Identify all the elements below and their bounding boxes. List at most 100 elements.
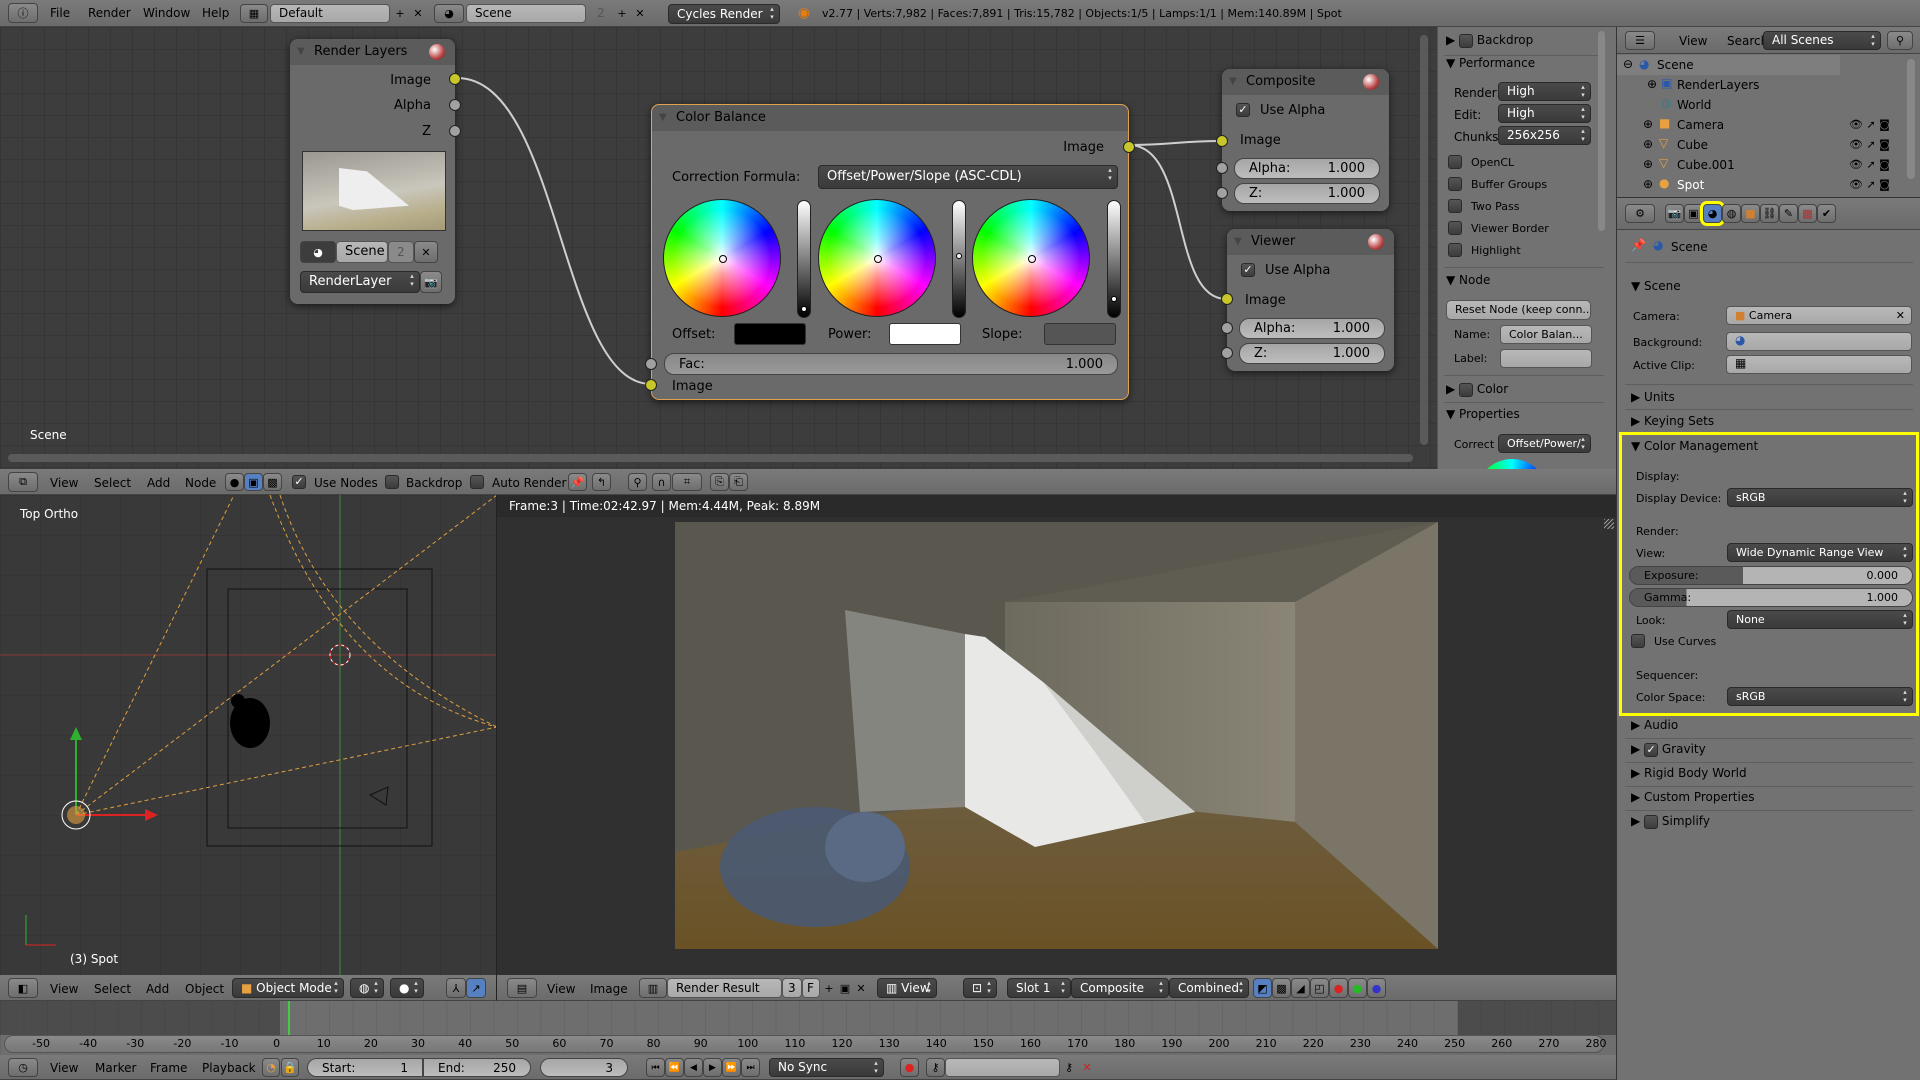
menu-view[interactable]: View	[50, 982, 78, 996]
lock-icon[interactable]: 🔒	[281, 1058, 299, 1077]
add-layout-icon[interactable]: +	[392, 4, 408, 23]
texture-nodes-icon[interactable]: ▩	[263, 473, 282, 491]
menu-render[interactable]: Render	[88, 6, 131, 20]
menu-view[interactable]: View	[50, 1061, 78, 1075]
use-alpha-checkbox[interactable]: ✓	[1236, 103, 1250, 117]
menu-add[interactable]: Add	[147, 476, 170, 490]
custom-properties-panel-header[interactable]: ▶ Custom Properties	[1631, 790, 1754, 804]
snap-element-icon[interactable]: ⌗	[672, 473, 702, 491]
clear-camera-icon[interactable]: ✕	[1896, 307, 1905, 324]
pin-icon[interactable]: 📌	[1631, 238, 1646, 252]
expand-icon[interactable]: ⊕	[1647, 77, 1657, 91]
add-scene-icon[interactable]: +	[614, 4, 630, 23]
shader-nodes-icon[interactable]: ●	[225, 473, 244, 491]
jump-end-icon[interactable]: ⏭	[741, 1058, 760, 1077]
outliner-item-renderlayers[interactable]: RenderLayers	[1677, 78, 1759, 92]
socket-image-in[interactable]	[1216, 135, 1228, 147]
render-preview-icon[interactable]	[429, 44, 445, 60]
menu-view[interactable]: View	[547, 982, 575, 996]
menu-object[interactable]: Object	[185, 982, 224, 996]
menu-node[interactable]: Node	[185, 476, 216, 490]
pin-icon[interactable]: 📌	[568, 473, 587, 491]
menu-marker[interactable]: Marker	[95, 1061, 136, 1075]
outliner-item-cube-001[interactable]: Cube.001	[1677, 158, 1735, 172]
simplify-panel-header[interactable]: ▶ Simplify	[1631, 814, 1710, 829]
area-split-handle[interactable]	[1604, 519, 1614, 529]
properties-panel[interactable]: ▼ Properties	[1446, 407, 1520, 421]
delete-layout-icon[interactable]: ✕	[410, 4, 426, 23]
outliner-scrollbar[interactable]	[1907, 59, 1915, 179]
socket-image-in[interactable]	[645, 379, 657, 391]
render-preview-icon[interactable]	[1368, 234, 1384, 250]
node-label-field[interactable]	[1500, 349, 1592, 368]
current-frame-indicator[interactable]	[288, 1001, 290, 1035]
auto-render-checkbox[interactable]	[470, 475, 484, 489]
pivot-dropdown[interactable]: ⊡	[963, 978, 997, 998]
socket-z-in[interactable]	[1221, 347, 1233, 359]
correction-formula-dropdown[interactable]: Offset/Power/Slope (ASC-CDL)	[818, 165, 1118, 189]
green-channel-icon[interactable]: ●	[1348, 978, 1367, 998]
highlight-checkbox[interactable]	[1448, 243, 1462, 257]
socket-alpha-in[interactable]	[1216, 162, 1228, 174]
properties-editor-type-icon[interactable]: ⚙	[1625, 204, 1655, 223]
render-preview-icon[interactable]	[1363, 74, 1379, 90]
node-scene-field[interactable]: Scene	[336, 241, 388, 263]
timeline[interactable]: -50 -40 -30 -20 -10 0 10 20 30 40 50 60 70 80 90 100 110…	[0, 1001, 1616, 1055]
menu-view[interactable]: View	[1679, 34, 1707, 48]
delete-keyframe-icon[interactable]: ✕	[1078, 1058, 1096, 1077]
socket-alpha-in[interactable]	[1221, 322, 1233, 334]
alpha-field[interactable]: Alpha: 1.000	[1239, 318, 1385, 339]
pivot-dropdown[interactable]: ●	[390, 978, 424, 998]
image-editor[interactable]: Frame:3 | Time:02:42.97 | Mem:4.44M, Pea…	[497, 495, 1616, 975]
outliner-item-spot[interactable]: Spot	[1677, 178, 1704, 192]
expand-icon[interactable]: ⊖	[1623, 57, 1633, 71]
image-name-field[interactable]: Render Result	[667, 978, 782, 998]
socket-image-out[interactable]	[1123, 141, 1135, 153]
visibility-icons[interactable]: 👁 ➚ ◙ 👁 ➚ ◙ 👁 ➚ ◙ 👁 ➚ ◙	[1849, 115, 1909, 195]
delete-scene-icon[interactable]: ✕	[632, 4, 648, 23]
scene-select-icon[interactable]: ◕	[300, 241, 336, 263]
slope-color-wheel[interactable]	[972, 199, 1090, 317]
menu-select[interactable]: Select	[94, 476, 131, 490]
socket-image-out[interactable]	[449, 73, 461, 85]
keying-set-icon[interactable]: ⚷	[926, 1058, 945, 1077]
outliner-row-scene[interactable]	[1617, 55, 1840, 75]
end-frame-field[interactable]: End: 250	[423, 1058, 531, 1077]
render-layers-node[interactable]: Render Layers Image Alpha Z ◕ Scene 2 ✕ …	[290, 39, 461, 304]
browse-image-icon[interactable]: ▥	[639, 978, 667, 998]
expand-icon[interactable]: ⊕	[1643, 117, 1653, 131]
tab-texture-icon[interactable]: ▩	[1798, 204, 1817, 223]
buffer-groups-checkbox[interactable]	[1448, 177, 1462, 191]
sync-dropdown[interactable]: No Sync	[769, 1058, 884, 1077]
magnet-icon[interactable]: ∩	[652, 473, 671, 491]
paste-nodes-icon[interactable]: ⎗	[729, 473, 748, 491]
tab-render-icon[interactable]: 📷	[1665, 204, 1684, 223]
opencl-checkbox[interactable]	[1448, 155, 1462, 169]
mini-color-wheel[interactable]	[1476, 459, 1548, 469]
color-panel[interactable]: ▶ Color	[1446, 382, 1508, 397]
scene-icon[interactable]: ◕	[434, 4, 464, 23]
shading-dropdown[interactable]: ◍	[350, 978, 384, 998]
3d-viewport[interactable]: Top Ortho (3) Spot	[0, 495, 497, 975]
correct-dropdown[interactable]: Offset/Power/	[1498, 434, 1591, 453]
socket-alpha-out[interactable]	[449, 99, 461, 111]
outliner-editor-type-icon[interactable]: ☰	[1625, 31, 1655, 50]
tab-object-data-icon[interactable]: ✎	[1779, 204, 1798, 223]
view-transform-dropdown[interactable]: Wide Dynamic Range View	[1727, 543, 1913, 562]
parent-tree-icon[interactable]: ↰	[592, 473, 611, 491]
render-engine-dropdown[interactable]: Cycles Render	[668, 4, 780, 24]
display-device-dropdown[interactable]: sRGB	[1727, 488, 1913, 507]
exposure-slider[interactable]: Exposure: 0.000	[1629, 566, 1913, 585]
menu-file[interactable]: File	[50, 6, 70, 20]
fake-user-button[interactable]: F	[802, 978, 820, 998]
audio-panel-header[interactable]: ▶ Audio	[1631, 718, 1678, 732]
active-clip-field[interactable]: ▦	[1726, 355, 1912, 374]
draw-alpha-only-icon[interactable]: ◰	[1310, 978, 1329, 998]
socket-z-in[interactable]	[1216, 187, 1228, 199]
current-frame-field[interactable]: 3	[540, 1058, 628, 1077]
socket-image-in[interactable]	[1221, 293, 1233, 305]
open-image-icon[interactable]: ▣	[837, 978, 853, 998]
pass-dropdown[interactable]: Combined	[1169, 978, 1249, 998]
fac-slider[interactable]: Fac: 1.000	[664, 353, 1118, 375]
performance-panel[interactable]: ▼ Performance	[1446, 56, 1535, 70]
